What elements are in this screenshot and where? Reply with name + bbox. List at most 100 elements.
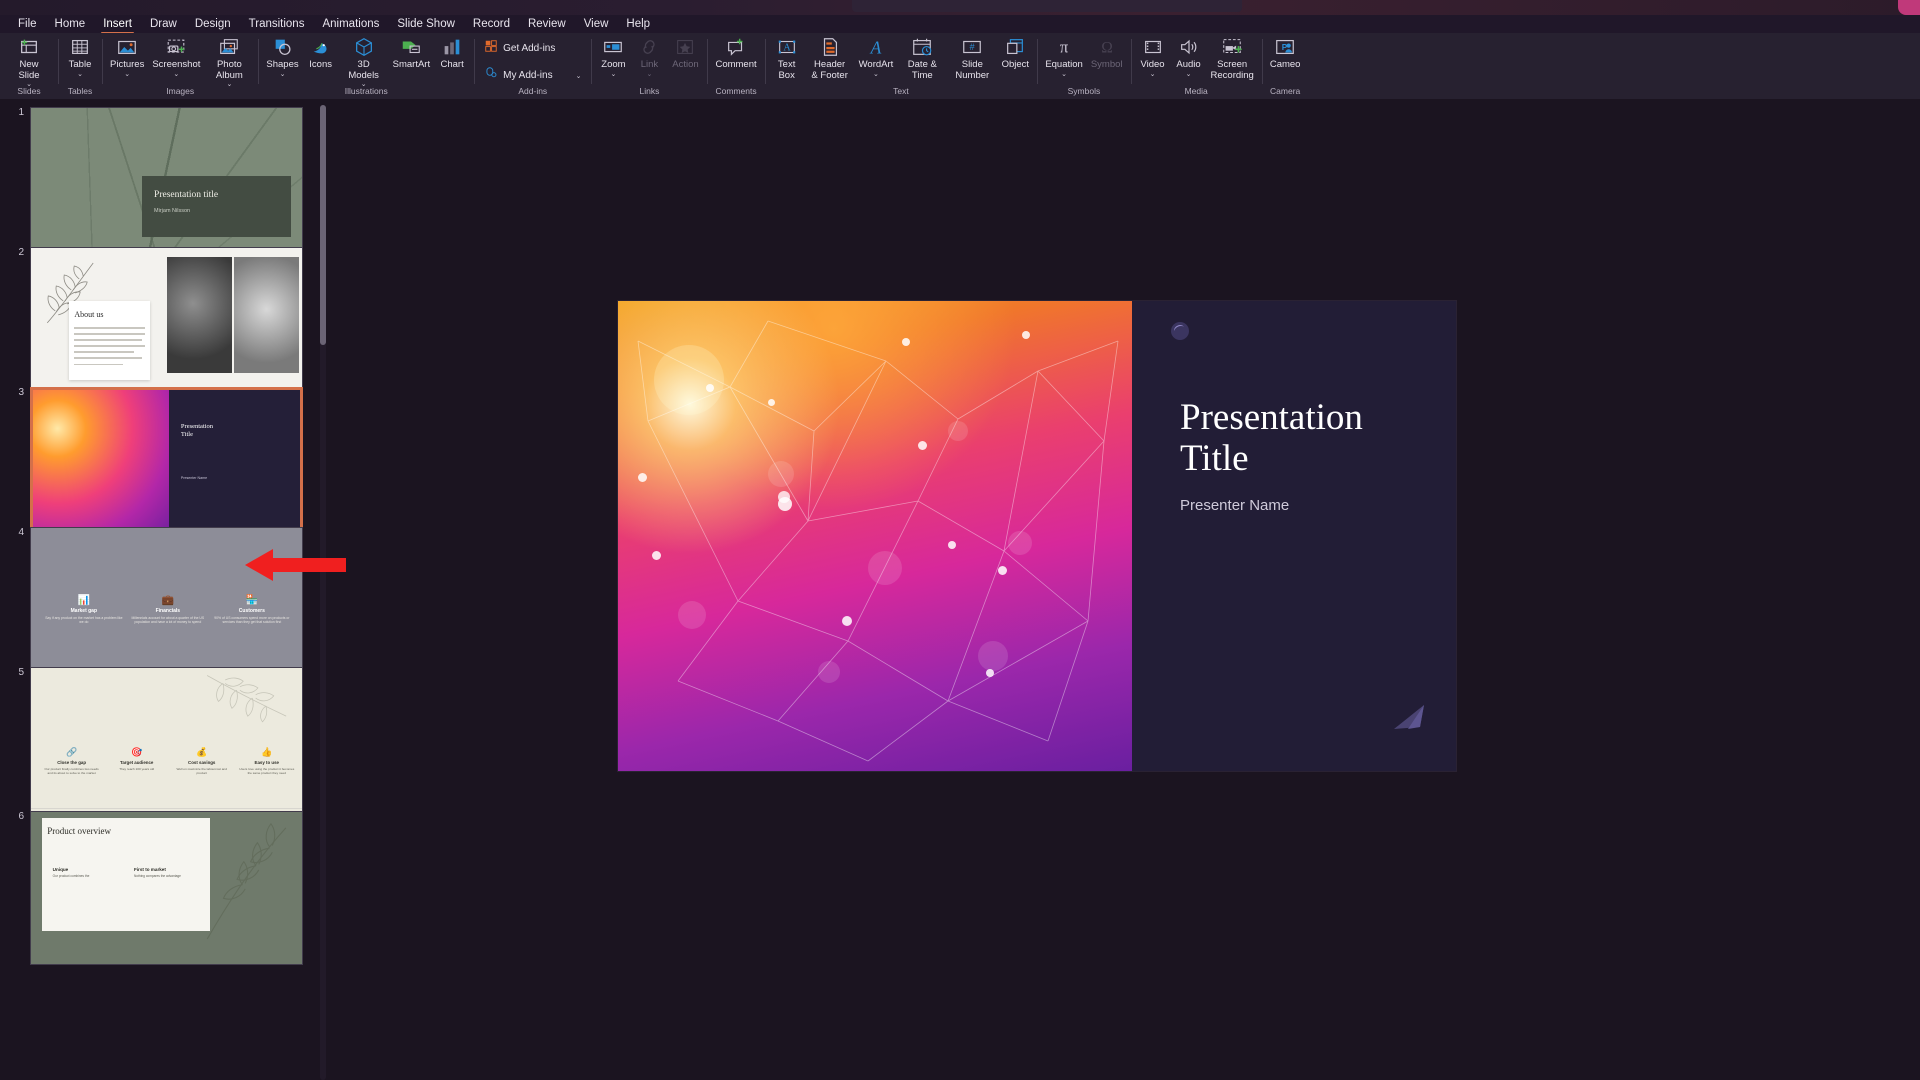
video-button[interactable]: Video ⌄ xyxy=(1135,36,1171,78)
slide-subtitle-text[interactable]: Presenter Name xyxy=(1180,497,1289,514)
thumb-column: 🎯 Target audience They reach 100 years old xyxy=(107,747,167,771)
object-label: Object xyxy=(1001,59,1030,70)
my-add-ins-button[interactable]: My Add-ins ⌄ xyxy=(484,66,581,85)
network-node xyxy=(1022,331,1030,339)
ribbon-tab-animations[interactable]: Animations xyxy=(313,15,388,33)
slide-number-button[interactable]: # Slide Number xyxy=(947,36,997,81)
network-node xyxy=(768,399,775,406)
network-node xyxy=(948,541,956,549)
slide-number-label: 4 xyxy=(18,527,24,538)
chevron-down-icon[interactable]: ⌄ xyxy=(124,71,130,78)
action-icon xyxy=(674,36,696,58)
date-time-button[interactable]: Date & Time xyxy=(897,36,947,81)
shapes-button[interactable]: Shapes ⌄ xyxy=(262,36,302,78)
audio-label: Audio xyxy=(1176,59,1201,70)
bridge-icon: 🔗 xyxy=(66,747,78,758)
ribbon-tab-review[interactable]: Review xyxy=(519,15,575,33)
ribbon-group-media: Video ⌄ Audio ⌄ Screen Recording Media xyxy=(1130,33,1262,99)
equation-button[interactable]: π Equation ⌄ xyxy=(1041,36,1087,78)
slide-title-text[interactable]: Presentation Title xyxy=(1180,397,1420,479)
object-button[interactable]: Object xyxy=(997,36,1033,71)
network-node xyxy=(998,566,1007,575)
ribbon-tab-design[interactable]: Design xyxy=(186,15,240,33)
chevron-down-icon[interactable]: ⌄ xyxy=(1061,71,1067,78)
audio-icon xyxy=(1178,36,1200,58)
thumb-photo xyxy=(234,257,300,373)
svg-text:Ω: Ω xyxy=(1101,40,1113,57)
new-slide-icon xyxy=(18,36,40,58)
title-bar-center-box xyxy=(852,0,1242,12)
ribbon-tab-draw[interactable]: Draw xyxy=(141,15,186,33)
smartart-button[interactable]: SmartArt xyxy=(389,36,434,71)
slide-thumbnail-panel[interactable]: 1 Presentation title Mirjam Nilsson 2 About … xyxy=(0,99,368,1080)
ribbon-group-add-ins: Get Add-ins My Add-ins ⌄ Add-ins xyxy=(474,33,591,99)
network-node xyxy=(842,616,852,626)
slide-thumbnail-preview[interactable]: Solution🔗Close the gapOur product finall… xyxy=(30,667,303,821)
chevron-down-icon[interactable]: ⌄ xyxy=(173,71,179,78)
chevron-down-icon[interactable]: ⌄ xyxy=(77,71,83,78)
icons-button[interactable]: Icons xyxy=(303,36,339,71)
smartart-icon xyxy=(400,36,422,58)
ribbon-tab-view[interactable]: View xyxy=(575,15,618,33)
powerpoint-window: File Home Insert Draw Design Transitions Anima… xyxy=(0,0,1920,1080)
ribbon-tab-file[interactable]: File xyxy=(9,15,46,33)
ribbon-tab-transitions[interactable]: Transitions xyxy=(240,15,314,33)
slide-thumbnail-preview[interactable]: Presentation title Mirjam Nilsson xyxy=(30,107,303,261)
chevron-down-icon[interactable]: ⌄ xyxy=(611,71,617,78)
comment-button[interactable]: Comment xyxy=(711,36,760,71)
slide-thumbnail-preview[interactable]: About us2024Presentation2 xyxy=(30,247,303,401)
audio-button[interactable]: Audio ⌄ xyxy=(1171,36,1207,78)
header-footer-button[interactable]: Header & Footer xyxy=(805,36,855,81)
zoom-button[interactable]: Zoom ⌄ xyxy=(595,36,631,78)
screen-recording-label: Screen Recording xyxy=(1210,59,1254,81)
thumb-column: 📊 Market gap Say if any product on the mar… xyxy=(45,594,123,625)
ribbon-tab-help[interactable]: Help xyxy=(617,15,659,33)
ribbon-tab-insert[interactable]: Insert xyxy=(94,15,141,34)
ribbon-group-slides: New Slide ⌄ Slides xyxy=(0,33,58,99)
thumb-subtitle: Mirjam Nilsson xyxy=(154,208,191,214)
chevron-down-icon[interactable]: ⌄ xyxy=(1186,71,1192,78)
ribbon-tab-record[interactable]: Record xyxy=(464,15,519,33)
chevron-down-icon[interactable]: ⌄ xyxy=(1150,71,1156,78)
ribbon-group-illustrations: Shapes ⌄ Icons 3D Models ⌄ SmartArt Chart Illus… xyxy=(258,33,474,99)
slide-editing-canvas[interactable]: Presentation Title Presenter Name xyxy=(368,99,1920,1080)
pictures-button[interactable]: Pictures ⌄ xyxy=(106,36,148,78)
thumb-title: Presentation Title xyxy=(180,422,214,438)
wordart-button[interactable]: A WordArt ⌄ xyxy=(855,36,898,78)
savings-icon: 💰 xyxy=(196,747,208,758)
cameo-button[interactable]: P Cameo xyxy=(1266,36,1305,71)
slide-panel-scrollbar-thumb[interactable] xyxy=(320,105,326,345)
chevron-down-icon[interactable]: ⌄ xyxy=(280,71,286,78)
screenshot-icon xyxy=(165,36,187,58)
screenshot-button[interactable]: Screenshot ⌄ xyxy=(148,36,204,78)
photo-album-button[interactable]: Photo Album ⌄ xyxy=(204,36,254,88)
ribbon-group-label-text: Text xyxy=(893,86,909,96)
slide-thumbnail-preview[interactable]: Presentation Title Presenter Name xyxy=(30,387,303,541)
text-box-button[interactable]: A Text Box xyxy=(769,36,805,81)
3d-models-button[interactable]: 3D Models ⌄ xyxy=(339,36,389,88)
ribbon-tab-home[interactable]: Home xyxy=(46,15,95,33)
chevron-down-icon[interactable]: ⌄ xyxy=(873,71,879,78)
get-add-ins-button[interactable]: Get Add-ins xyxy=(484,39,581,58)
current-slide[interactable]: Presentation Title Presenter Name xyxy=(618,301,1456,771)
slide-number-label: 6 xyxy=(18,811,24,822)
slide-thumbnail-preview[interactable]: Product overview Unique Our product combin… xyxy=(30,811,303,965)
header-footer-label: Header & Footer xyxy=(811,59,848,81)
bokeh-dot xyxy=(678,601,706,629)
chevron-down-icon[interactable]: ⌄ xyxy=(576,72,582,80)
ribbon-tab-slide-show[interactable]: Slide Show xyxy=(388,15,464,33)
thumb-column: 💰 Cost savings Well on maximize the labour… xyxy=(172,747,232,775)
ribbon-group-tables: Table ⌄ Tables xyxy=(58,33,102,99)
table-button[interactable]: Table ⌄ xyxy=(62,36,98,78)
symbol-label: Symbol xyxy=(1090,59,1123,70)
symbol-icon: Ω xyxy=(1096,36,1118,58)
header-footer-icon xyxy=(819,36,841,58)
chevron-down-icon: ⌄ xyxy=(646,70,653,78)
network-node xyxy=(902,338,910,346)
chart-button[interactable]: Chart xyxy=(434,36,470,71)
action-label: Action xyxy=(672,59,699,70)
title-bar xyxy=(0,0,1920,15)
workspace: 1 Presentation title Mirjam Nilsson 2 About … xyxy=(0,99,1920,1080)
new-slide-button[interactable]: New Slide ⌄ xyxy=(4,36,54,88)
screen-recording-button[interactable]: Screen Recording xyxy=(1207,36,1258,81)
